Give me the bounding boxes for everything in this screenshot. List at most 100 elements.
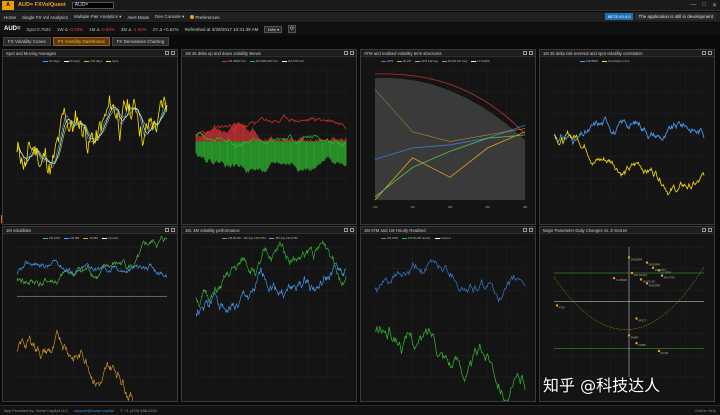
close-icon[interactable]: ✕ [712, 2, 717, 9]
expand-icon[interactable] [344, 51, 348, 55]
online-help-link[interactable]: Online Help [695, 408, 716, 413]
tick-label: 2M [448, 205, 453, 209]
chart-panel-7: 1M ATM and 1W Hourly Realized 1M ATM 1W RL… [360, 226, 536, 402]
vol-1w-value: -0.03% [68, 26, 84, 32]
panel-title: 1M 25 delta risk reversal and spot volat… [543, 50, 643, 56]
tab-derivatives-charting[interactable]: FX Derivatives Charting [111, 37, 170, 46]
panel-tools [344, 228, 354, 232]
title-bar: A AUD= FXVolQuant AUD= — □ ✕ [0, 0, 720, 11]
tab-volatility-dashboard[interactable]: FX Volatility Dashboard [52, 37, 110, 46]
expand-icon[interactable] [344, 228, 348, 232]
vol-3m-label: 3M Δ [120, 26, 132, 32]
settings-icon[interactable] [529, 51, 533, 55]
menu-bar: Home Single FX Vol Analytics Multiple Pa… [0, 12, 720, 22]
point-label: 2W RLZD [634, 273, 648, 277]
settings-icon[interactable] [708, 228, 712, 232]
watermark: 知乎 @科技达人 [543, 376, 661, 395]
settings-icon[interactable] [708, 51, 712, 55]
chart-panel-5: 1M volatilities 1M ATM 1M RR 1M BF Current [2, 226, 178, 402]
panel-tools [165, 228, 175, 232]
menu-single-fx[interactable]: Single FX Vol Analytics [22, 15, 68, 20]
dev-notice: The application is still in development [635, 13, 716, 20]
panel-title: ATM and realised volatility term structu… [364, 50, 442, 56]
chart-canvas [16, 69, 168, 201]
minimize-icon[interactable]: — [690, 2, 696, 9]
panel-header: ATM and realised volatility term structu… [361, 50, 535, 57]
point-label: 1Y ATM [661, 270, 672, 274]
expand-icon[interactable] [523, 228, 527, 232]
app-logo-icon: A [2, 0, 14, 10]
point-label: 3M25RR [649, 263, 662, 267]
panel-title: 1M ATM and 1W Hourly Realized [364, 227, 426, 233]
panel-header: 1M volatilities [3, 227, 177, 234]
panel-tools [165, 51, 175, 55]
point-label: 3MBF [631, 335, 639, 339]
point-label: 3M25RR [649, 283, 662, 287]
ticker-row: AUD= Spot 0.7622 1W Δ -0.03% 1M Δ -0.60%… [0, 23, 720, 35]
panel-tools [523, 51, 533, 55]
point-label: RLZD [661, 351, 670, 355]
chart-canvas [195, 240, 347, 378]
panel-header: 1M 25 delta risk reversal and spot volat… [540, 50, 714, 57]
point-label: 3M ATM [664, 276, 675, 280]
chart-canvas [195, 69, 347, 201]
panel-header: 1M 25 delta up and down volatility skews [182, 50, 356, 57]
tick-label: 1M [411, 205, 416, 209]
panel-tools [344, 51, 354, 55]
settings-icon[interactable] [529, 228, 533, 232]
maximize-icon[interactable]: □ [702, 2, 706, 9]
chart-panel-6: 1M, 3M volatility performance 1M RLZD - 1… [181, 226, 357, 402]
panel-title: 1M 25 delta up and down volatility skews [185, 50, 261, 56]
settings-icon[interactable] [171, 51, 175, 55]
refreshed-time: Refreshed at 3/28/2017 10:31:39 AM [184, 26, 259, 32]
refresh-icon[interactable]: ⟳ [288, 25, 297, 33]
expand-icon[interactable] [702, 228, 706, 232]
menu-alert-mode[interactable]: Alert Mode [127, 15, 149, 20]
chart-panel-1: Spot and Moving Averages 20 days 50 days 10… [2, 49, 178, 225]
chart-canvas [374, 246, 526, 401]
footer-email-link[interactable]: support@xome.capital [74, 408, 114, 413]
point-label: 1M25RR [631, 257, 644, 261]
expand-icon[interactable] [523, 51, 527, 55]
panel-tools [523, 228, 533, 232]
point-label: 1WBF [638, 343, 647, 347]
panel-header: 1M ATM and 1W Hourly Realized [361, 227, 535, 234]
panel-tools [702, 228, 712, 232]
ticker-symbol: AUD= [4, 26, 21, 32]
panel-header: Major Parameter Daily Changes vs. Z-Scor… [540, 227, 714, 234]
vol-1m-value: -0.60% [100, 26, 115, 32]
expand-icon[interactable] [702, 51, 706, 55]
panel-header: 1M, 3M volatility performance [182, 227, 356, 234]
point-label: 1Y25RR [616, 278, 628, 282]
chart-panel-2: 1M 25 delta up and down volatility skews… [181, 49, 357, 225]
app-title: AUD= FXVolQuant [18, 2, 66, 8]
interval-select[interactable]: 1Min ▾ [264, 25, 283, 33]
preferences-icon [190, 15, 195, 20]
term-area [375, 77, 525, 200]
spot-label: Spot [26, 26, 36, 32]
settings-icon[interactable] [171, 228, 175, 232]
menu-preferences-label: Preferences [195, 14, 220, 20]
dev-status: BETA V0.9.0 The application is still in … [604, 13, 716, 20]
footer-provider: App Provided by: Xome Capital LLC [4, 408, 69, 413]
panel-title: 1M, 3M volatility performance [185, 227, 240, 233]
menu-multiple-pair[interactable]: Multiple Pair Analytics ▾ [74, 14, 121, 20]
vol-3m-value: -1.50% [132, 26, 147, 32]
panel-title: Spot and Moving Averages [6, 50, 56, 56]
menu-dev-console[interactable]: Dev Console ▾ [155, 14, 184, 20]
panel-title: 1M volatilities [6, 227, 32, 233]
settings-icon[interactable] [350, 51, 354, 55]
expand-icon[interactable] [165, 228, 169, 232]
expand-icon[interactable] [165, 51, 169, 55]
settings-icon[interactable] [350, 228, 354, 232]
tick-label: 3M [486, 205, 491, 209]
tab-volatility-cones[interactable]: FX Volatility Cones [3, 37, 51, 46]
vol-1m-label: 1M Δ [89, 26, 100, 32]
vol-2y-label: 2Y Δ [152, 26, 163, 32]
ticker-input[interactable]: AUD= [71, 1, 114, 9]
spot-field: Spot 0.7622 [27, 27, 51, 32]
menu-preferences[interactable]: Preferences [190, 14, 220, 20]
chart-canvas [16, 235, 168, 401]
window-controls: — □ ✕ [690, 2, 717, 9]
menu-home[interactable]: Home [4, 15, 16, 20]
